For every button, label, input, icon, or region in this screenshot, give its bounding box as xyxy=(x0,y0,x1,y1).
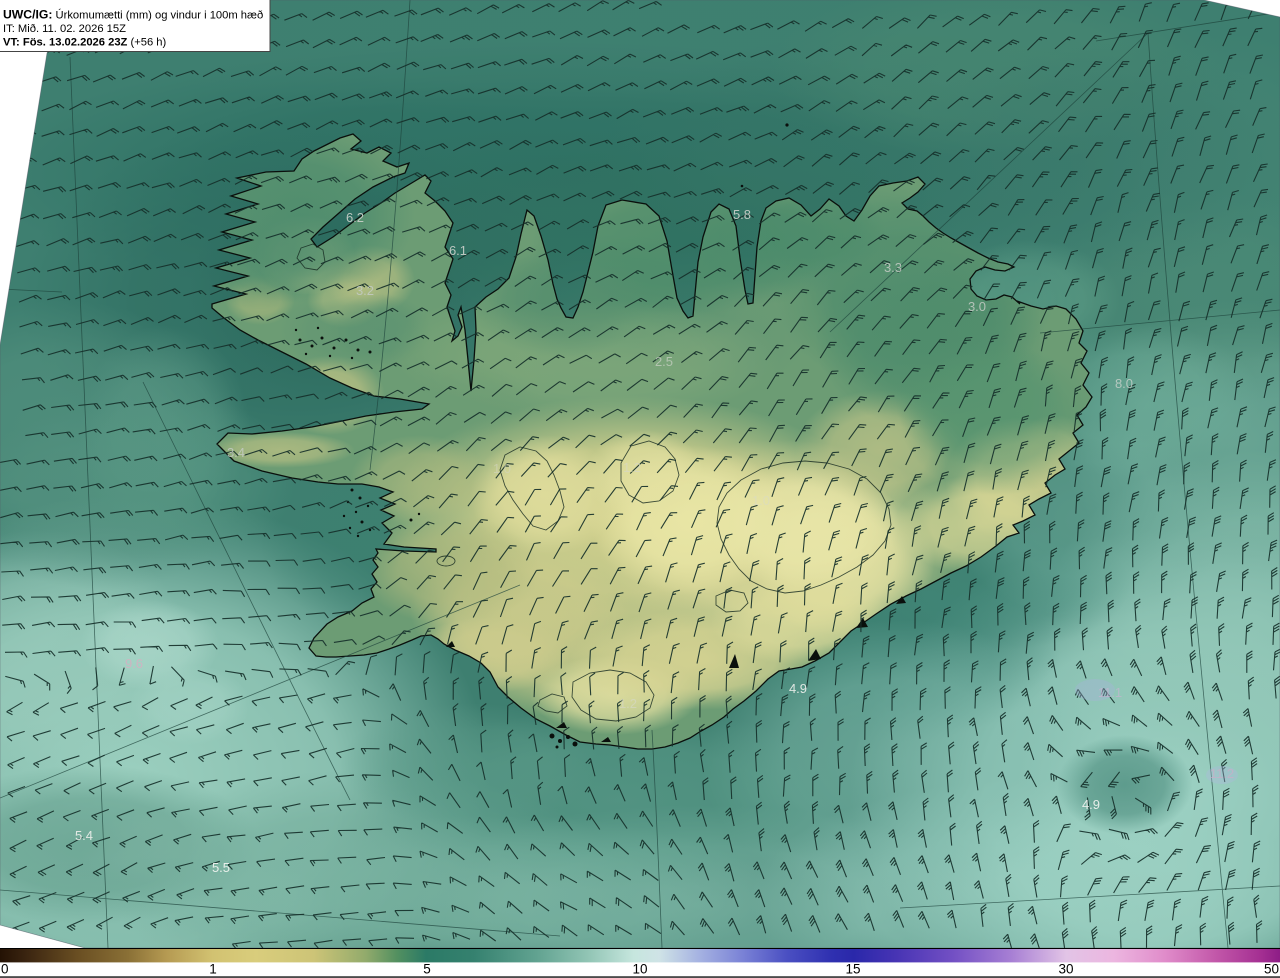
svg-text:2.5: 2.5 xyxy=(655,354,673,369)
svg-text:3.0: 3.0 xyxy=(968,299,986,314)
svg-text:1.0: 1.0 xyxy=(752,493,770,508)
svg-text:1.2: 1.2 xyxy=(623,460,641,475)
svg-text:15: 15 xyxy=(845,962,860,977)
svg-text:11.1: 11.1 xyxy=(1098,685,1122,700)
svg-text:1.0: 1.0 xyxy=(493,461,511,476)
svg-text:IT: Mið. 11. 02. 2026 15Z: IT: Mið. 11. 02. 2026 15Z xyxy=(3,23,126,35)
svg-text:30: 30 xyxy=(1058,962,1073,977)
svg-text:5.5: 5.5 xyxy=(212,860,230,875)
svg-text:1.2: 1.2 xyxy=(619,696,637,711)
svg-text:5: 5 xyxy=(423,962,431,977)
svg-text:0: 0 xyxy=(1,962,9,977)
svg-text:VT: Fös. 13.02.2026 23Z (+56 h: VT: Fös. 13.02.2026 23Z (+56 h) xyxy=(3,37,167,49)
svg-text:5.4: 5.4 xyxy=(75,828,93,843)
svg-text:50: 50 xyxy=(1264,962,1279,977)
svg-text:8.0: 8.0 xyxy=(1115,376,1133,391)
svg-text:5.8: 5.8 xyxy=(733,207,751,222)
svg-text:UWC/IG: Úrkomumætti (mm) og vi: UWC/IG: Úrkomumætti (mm) og vindur i 100… xyxy=(3,8,263,22)
svg-text:3.2: 3.2 xyxy=(356,283,374,298)
svg-text:11.2: 11.2 xyxy=(1210,766,1234,781)
svg-text:10: 10 xyxy=(632,962,647,977)
svg-text:4.9: 4.9 xyxy=(789,681,807,696)
svg-text:3.4: 3.4 xyxy=(227,445,245,460)
svg-text:4.9: 4.9 xyxy=(1082,797,1100,812)
svg-text:6.2: 6.2 xyxy=(346,210,364,225)
svg-text:6.1: 6.1 xyxy=(449,243,467,258)
svg-text:9.6: 9.6 xyxy=(125,656,143,671)
svg-text:1: 1 xyxy=(209,962,217,977)
svg-text:3.3: 3.3 xyxy=(884,260,902,275)
